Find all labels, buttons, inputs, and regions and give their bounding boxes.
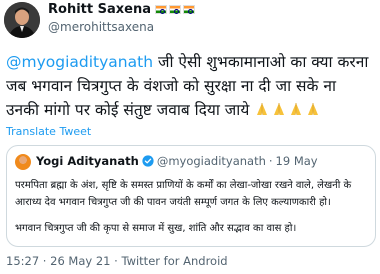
verified-badge-icon <box>142 155 154 167</box>
author-name[interactable]: Rohitt Saxena <box>48 2 151 17</box>
quoted-paragraph-1: परमपिता ब्रह्मा के अंश, सृष्टि के समस्त … <box>15 180 352 208</box>
tweet-header: Rohitt Saxena @merohittsaxena <box>0 0 380 40</box>
quoted-author-avatar[interactable] <box>15 154 31 170</box>
tweet-text: @myogiadityanath जी ऐसी शुभकामानाओ का क्… <box>6 50 376 122</box>
quoted-paragraph-2: भगवान चित्रगुप्त जी की कृपा से समाज में … <box>15 223 297 234</box>
folded-hands-icon <box>308 103 319 115</box>
flag-emojis <box>154 5 195 14</box>
folded-hands-icon <box>291 103 302 115</box>
tweet-time[interactable]: 15:27 <box>6 254 39 268</box>
tweet-line-1: @myogiadityanath जी ऐसी शुभकामानाओ का क्… <box>6 50 376 74</box>
tweet-date[interactable]: 26 May 21 <box>50 254 110 268</box>
meta-separator: · <box>110 254 122 268</box>
india-flag-icon <box>168 5 181 14</box>
folded-hands-emojis <box>254 101 321 117</box>
translate-tweet-link[interactable]: Translate Tweet <box>6 125 91 138</box>
tweet-meta: 15:27 · 26 May 21 · Twitter for Android <box>6 254 228 268</box>
tweet-line-3: उनकी मांगो पर कोई संतुष्ट जवाब दिया जाये <box>6 98 376 122</box>
author-name-row[interactable]: Rohitt Saxena <box>48 2 195 17</box>
folded-hands-icon <box>257 103 268 115</box>
india-flag-icon <box>182 5 195 14</box>
quoted-tweet-header: Yogi Adityanath @myogiadityanath · 19 Ma… <box>36 154 318 168</box>
tweet-line-1-text: जी ऐसी शुभकामानाओ का क्या करना <box>153 53 369 71</box>
quoted-tweet[interactable]: Yogi Adityanath @myogiadityanath · 19 Ma… <box>6 145 376 247</box>
author-avatar[interactable] <box>4 2 40 38</box>
quoted-separator: · <box>268 154 273 168</box>
meta-separator: · <box>39 254 51 268</box>
quoted-tweet-body: परमपिता ब्रह्मा के अंश, सृष्टि के समस्त … <box>15 178 371 238</box>
quoted-author-name[interactable]: Yogi Adityanath <box>36 154 139 168</box>
folded-hands-icon <box>274 103 285 115</box>
india-flag-icon <box>154 5 167 14</box>
mention-link[interactable]: @myogiadityanath <box>6 53 153 71</box>
quoted-date[interactable]: 19 May <box>276 154 318 168</box>
author-handle[interactable]: @merohittsaxena <box>48 20 154 34</box>
quoted-author-handle[interactable]: @myogiadityanath <box>157 154 266 168</box>
tweet-line-3-text: उनकी मांगो पर कोई संतुष्ट जवाब दिया जाये <box>6 101 255 119</box>
tweet-line-2: जब भगवान चित्रगुप्त के वंशजो को सुरक्षा … <box>6 77 336 95</box>
tweet-source[interactable]: Twitter for Android <box>121 254 227 268</box>
